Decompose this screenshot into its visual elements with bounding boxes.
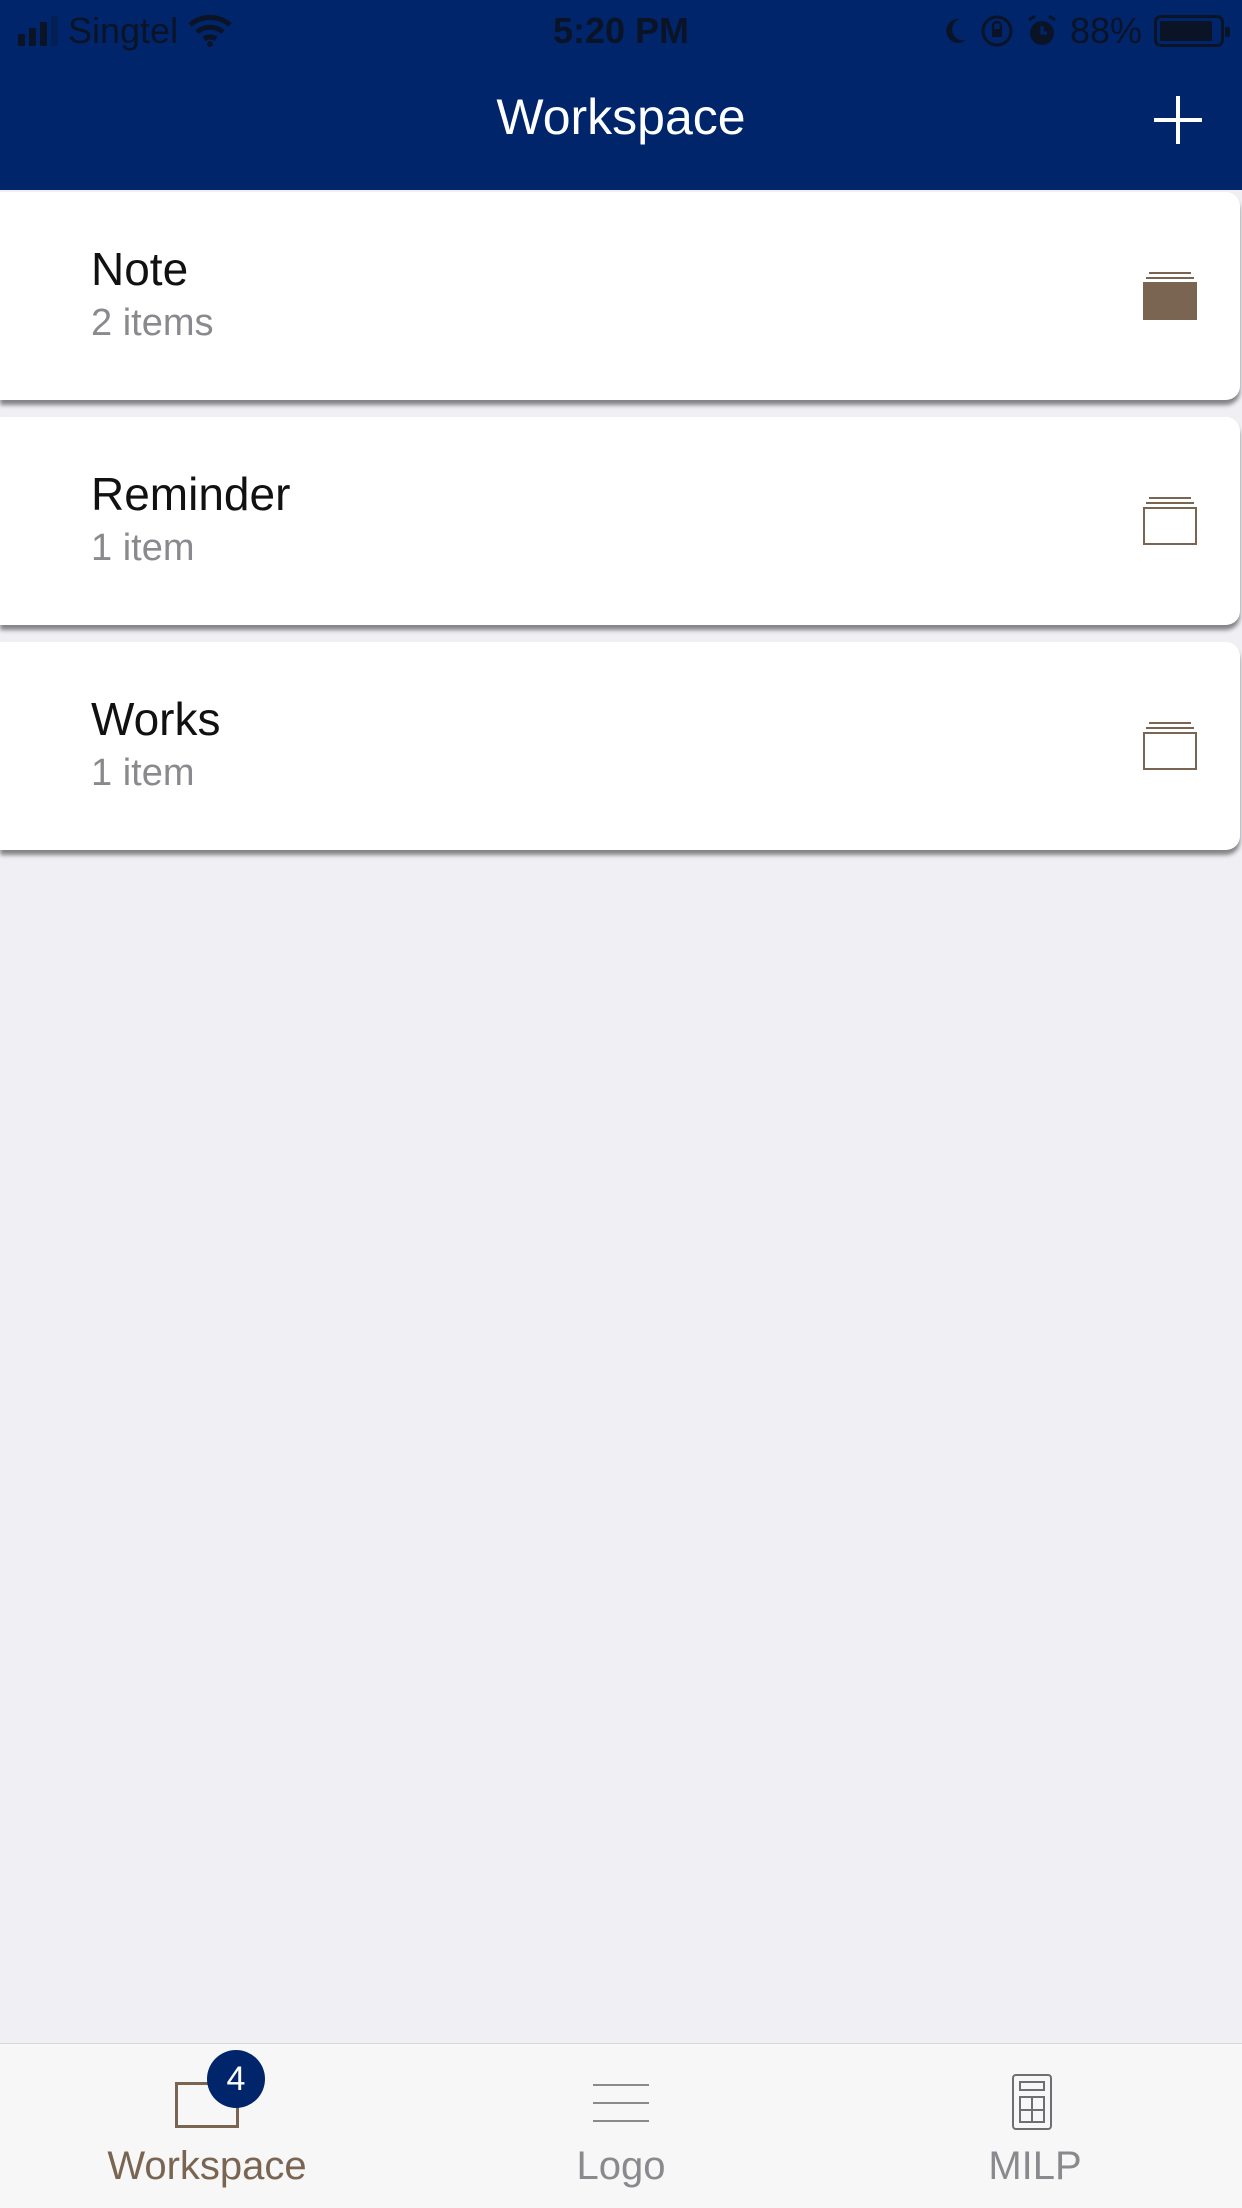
folder-filled-icon bbox=[1143, 272, 1197, 320]
battery-percent: 88% bbox=[1069, 10, 1142, 51]
notification-badge: 4 bbox=[207, 2050, 265, 2108]
folder-card-reminder[interactable]: Reminder 1 item bbox=[0, 417, 1240, 625]
calculator-icon bbox=[1012, 2074, 1052, 2130]
folder-title: Reminder bbox=[91, 468, 291, 520]
orientation-lock-icon bbox=[981, 15, 1013, 47]
tab-label: MILP bbox=[988, 2144, 1082, 2188]
tab-bar: 4 Workspace Logo MILP bbox=[0, 2043, 1242, 2208]
add-button[interactable] bbox=[1154, 96, 1202, 144]
moon-icon bbox=[946, 18, 966, 43]
tab-label: Logo bbox=[576, 2144, 666, 2188]
menu-lines-icon bbox=[593, 2084, 649, 2122]
folder-title: Note bbox=[91, 243, 189, 295]
folder-item-count: 2 items bbox=[91, 302, 214, 344]
tab-milp[interactable]: MILP bbox=[828, 2044, 1242, 2208]
folder-outline-icon bbox=[1143, 722, 1197, 770]
folder-card-note[interactable]: Note 2 items bbox=[0, 192, 1240, 400]
status-bar: Singtel 5:20 PM 88% bbox=[0, 0, 1242, 62]
tab-logo[interactable]: Logo bbox=[414, 2044, 828, 2208]
alarm-icon bbox=[1028, 14, 1056, 45]
tab-label: Workspace bbox=[107, 2144, 307, 2188]
battery-icon bbox=[1154, 15, 1230, 47]
tab-workspace[interactable]: 4 Workspace bbox=[0, 2044, 414, 2208]
folder-card-works[interactable]: Works 1 item bbox=[0, 642, 1240, 850]
folder-item-count: 1 item bbox=[91, 527, 195, 569]
folder-item-count: 1 item bbox=[91, 752, 195, 794]
folder-title: Works bbox=[91, 693, 221, 745]
page-title: Workspace bbox=[496, 89, 746, 145]
status-right: 88% bbox=[942, 10, 1230, 52]
top-bar: Singtel 5:20 PM 88% Workspace bbox=[0, 0, 1242, 190]
folder-outline-icon bbox=[1143, 497, 1197, 545]
